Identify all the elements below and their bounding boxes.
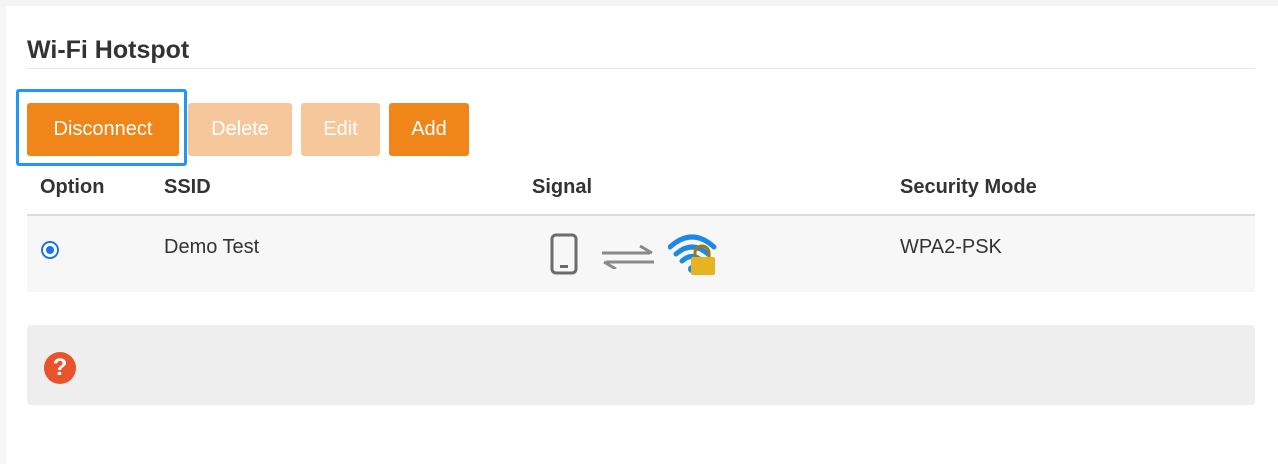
question-icon[interactable]: ?: [44, 352, 76, 384]
frame-left-border: [0, 6, 6, 464]
column-header-option: Option: [40, 176, 105, 198]
column-header-security-mode: Security Mode: [900, 176, 1037, 198]
title-divider: [27, 68, 1255, 69]
option-radio[interactable]: [41, 241, 59, 259]
column-header-ssid: SSID: [164, 176, 211, 198]
help-panel: [27, 325, 1255, 405]
ssid-cell: Demo Test: [164, 236, 260, 258]
disconnect-button[interactable]: Disconnect: [27, 103, 179, 156]
column-header-signal: Signal: [532, 176, 593, 198]
phone-icon: [550, 233, 578, 275]
security-mode-cell: WPA2-PSK: [900, 236, 1002, 258]
transfer-arrows-icon: [602, 245, 654, 269]
edit-button[interactable]: Edit: [301, 103, 380, 156]
wifi-lock-icon: [668, 234, 717, 275]
page-title: Wi-Fi Hotspot: [27, 36, 190, 64]
delete-button[interactable]: Delete: [188, 103, 292, 156]
add-button[interactable]: Add: [389, 103, 469, 156]
frame-top-border: [0, 0, 1278, 6]
